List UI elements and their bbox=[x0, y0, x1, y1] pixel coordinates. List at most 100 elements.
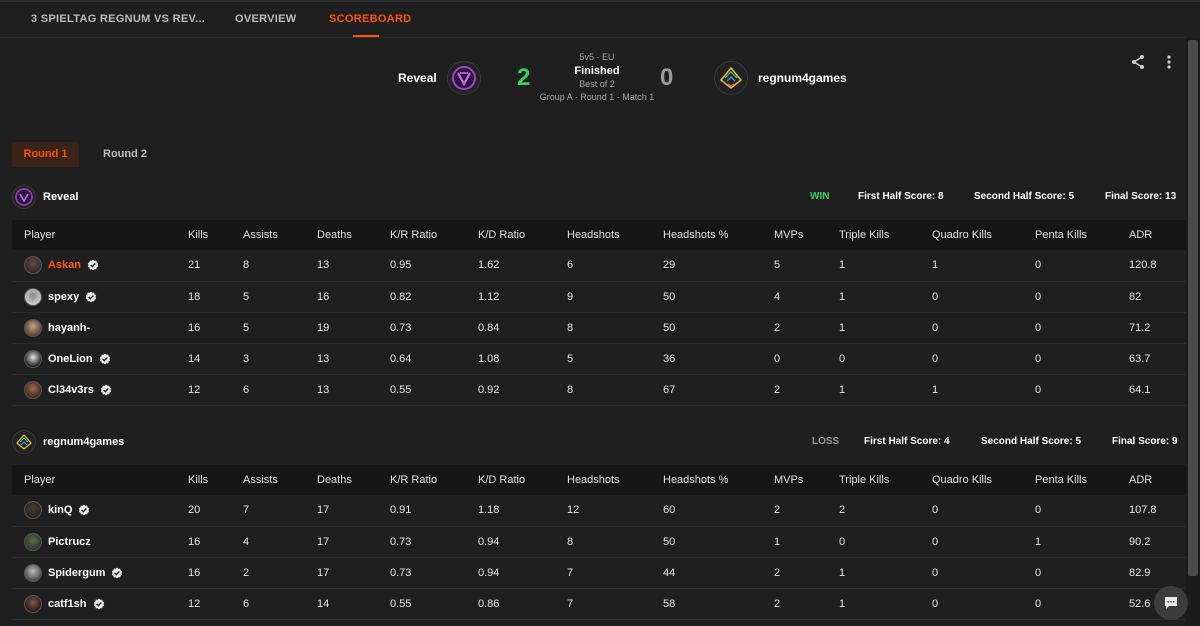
team1-scoreboard: Player Kills Assists Deaths K/R Ratio K/D Rat… bbox=[12, 220, 1186, 406]
column-header-kr-ratio: K/R Ratio bbox=[390, 474, 438, 486]
table-row: kinQ 20 7 17 0.91 1.18 12 60 2 2 0 0 107.8 bbox=[12, 495, 1186, 526]
stat-triple-kills: 0 bbox=[839, 535, 846, 548]
scrollbar-thumb[interactable] bbox=[1188, 40, 1198, 576]
match-format: 5v5 · EU bbox=[579, 52, 615, 62]
stat-adr: 71.2 bbox=[1129, 321, 1151, 334]
avatar[interactable] bbox=[24, 349, 42, 368]
team2-first-half: First Half Score: 4 bbox=[864, 436, 950, 447]
stat-deaths: 13 bbox=[317, 383, 330, 396]
stat-assists: 5 bbox=[243, 290, 250, 303]
stat-triple-kills: 1 bbox=[839, 597, 846, 610]
stat-mvps: 2 bbox=[774, 383, 781, 396]
team2-summary: regnum4games LOSS First Half Score: 4 Se… bbox=[12, 429, 1186, 455]
chat-button[interactable] bbox=[1154, 586, 1188, 620]
stat-kr-ratio: 0.82 bbox=[390, 290, 412, 303]
best-of: Best of 2 bbox=[579, 79, 615, 89]
player-name[interactable]: Askan bbox=[48, 259, 81, 271]
avatar[interactable] bbox=[24, 318, 42, 337]
stat-headshots: 8 bbox=[567, 383, 574, 396]
player-name[interactable]: Cl34v3rs bbox=[48, 384, 94, 396]
table-row: hayanh- 16 5 19 0.73 0.84 8 50 2 1 0 0 71.2 bbox=[12, 312, 1186, 343]
avatar[interactable] bbox=[24, 380, 42, 399]
player-name[interactable]: Spidergum bbox=[48, 567, 105, 579]
chat-icon bbox=[1165, 597, 1177, 609]
tab-round-1[interactable]: Round 1 bbox=[12, 142, 79, 167]
column-header-mvps: MVPs bbox=[774, 474, 804, 486]
avatar[interactable] bbox=[24, 594, 42, 613]
stat-assists: 3 bbox=[243, 352, 250, 365]
player-name[interactable]: hayanh- bbox=[48, 322, 90, 334]
stat-kills: 21 bbox=[188, 259, 201, 272]
team1-logo[interactable] bbox=[447, 61, 481, 95]
stat-kd-ratio: 0.94 bbox=[478, 535, 500, 548]
team2-score: 0 bbox=[660, 64, 674, 91]
player-name[interactable]: Pictrucz bbox=[48, 536, 91, 548]
stat-quadro-kills: 0 bbox=[932, 597, 939, 610]
stat-headshots-pct: 29 bbox=[663, 259, 676, 272]
stat-kd-ratio: 1.62 bbox=[478, 259, 500, 272]
avatar[interactable] bbox=[24, 532, 42, 551]
stat-quadro-kills: 1 bbox=[932, 383, 939, 396]
team1-second-half: Second Half Score: 5 bbox=[974, 191, 1075, 202]
stat-headshots-pct: 60 bbox=[663, 504, 676, 517]
stat-mvps: 0 bbox=[774, 352, 781, 365]
tab-overview[interactable]: OVERVIEW bbox=[235, 2, 297, 38]
column-header-player: Player bbox=[24, 229, 56, 241]
player-cell: spexy bbox=[12, 281, 176, 312]
column-header-assists: Assists bbox=[243, 474, 278, 486]
reveal-logo-icon bbox=[452, 66, 476, 90]
table-row: OneLion 14 3 13 0.64 1.08 5 36 0 0 0 0 63.7 bbox=[12, 343, 1186, 374]
tab-match-room[interactable]: 3 SPIELTAG REGNUM VS REV... bbox=[31, 2, 205, 38]
tab-round-2[interactable]: Round 2 bbox=[90, 142, 160, 167]
team1-small-logo bbox=[12, 185, 36, 209]
team2-small-logo bbox=[12, 430, 36, 454]
stat-penta-kills: 1 bbox=[1035, 535, 1042, 548]
stat-quadro-kills: 0 bbox=[932, 321, 939, 334]
stat-mvps: 2 bbox=[774, 504, 781, 517]
verified-icon bbox=[79, 504, 90, 516]
column-header-penta-kills: Penta Kills bbox=[1035, 229, 1087, 241]
player-name[interactable]: kinQ bbox=[48, 504, 72, 516]
column-header-headshots: Headshots bbox=[567, 474, 620, 486]
avatar[interactable] bbox=[24, 501, 42, 520]
stat-kr-ratio: 0.95 bbox=[390, 259, 412, 272]
team1-name[interactable]: Reveal bbox=[398, 71, 437, 85]
column-header-kd-ratio: K/D Ratio bbox=[478, 229, 526, 241]
more-options-icon[interactable] bbox=[1164, 54, 1174, 70]
stat-triple-kills: 1 bbox=[839, 290, 846, 303]
player-name[interactable]: OneLion bbox=[48, 353, 93, 365]
team2-logo[interactable] bbox=[714, 61, 748, 95]
stat-headshots: 6 bbox=[567, 259, 574, 272]
stat-headshots: 7 bbox=[567, 566, 574, 579]
stat-kills: 16 bbox=[188, 566, 201, 579]
stat-deaths: 14 bbox=[317, 597, 330, 610]
avatar[interactable] bbox=[24, 256, 42, 275]
player-name[interactable]: catf1sh bbox=[48, 598, 87, 610]
avatar[interactable] bbox=[24, 563, 42, 582]
stat-penta-kills: 0 bbox=[1035, 290, 1042, 303]
player-name[interactable]: spexy bbox=[48, 291, 79, 303]
tab-scoreboard[interactable]: SCOREBOARD bbox=[329, 2, 411, 38]
avatar[interactable] bbox=[24, 287, 42, 306]
stat-kills: 16 bbox=[188, 321, 201, 334]
team2-name[interactable]: regnum4games bbox=[758, 71, 847, 85]
stat-deaths: 19 bbox=[317, 321, 330, 334]
column-header-quadro-kills: Quadro Kills bbox=[932, 474, 992, 486]
stat-kills: 12 bbox=[188, 597, 201, 610]
stat-assists: 8 bbox=[243, 259, 250, 272]
stat-mvps: 2 bbox=[774, 566, 781, 579]
column-header-player: Player bbox=[24, 474, 56, 486]
team1-summary-name: Reveal bbox=[43, 191, 79, 203]
team2-second-half: Second Half Score: 5 bbox=[981, 436, 1082, 447]
match-header: Reveal 2 5v5 · EU Finished Best of 2 Gro… bbox=[0, 40, 1186, 130]
stat-adr: 107.8 bbox=[1129, 504, 1157, 517]
table-header-row: Player Kills Assists Deaths K/R Ratio K/D Rat… bbox=[12, 220, 1186, 250]
stat-quadro-kills: 0 bbox=[932, 566, 939, 579]
player-cell: Spidergum bbox=[12, 557, 176, 588]
stat-kr-ratio: 0.73 bbox=[390, 566, 412, 579]
team1-result: WIN bbox=[810, 191, 830, 202]
stat-kr-ratio: 0.55 bbox=[390, 383, 412, 396]
stat-headshots: 9 bbox=[567, 290, 574, 303]
stat-adr: 82 bbox=[1129, 290, 1142, 303]
share-icon[interactable] bbox=[1130, 54, 1146, 70]
